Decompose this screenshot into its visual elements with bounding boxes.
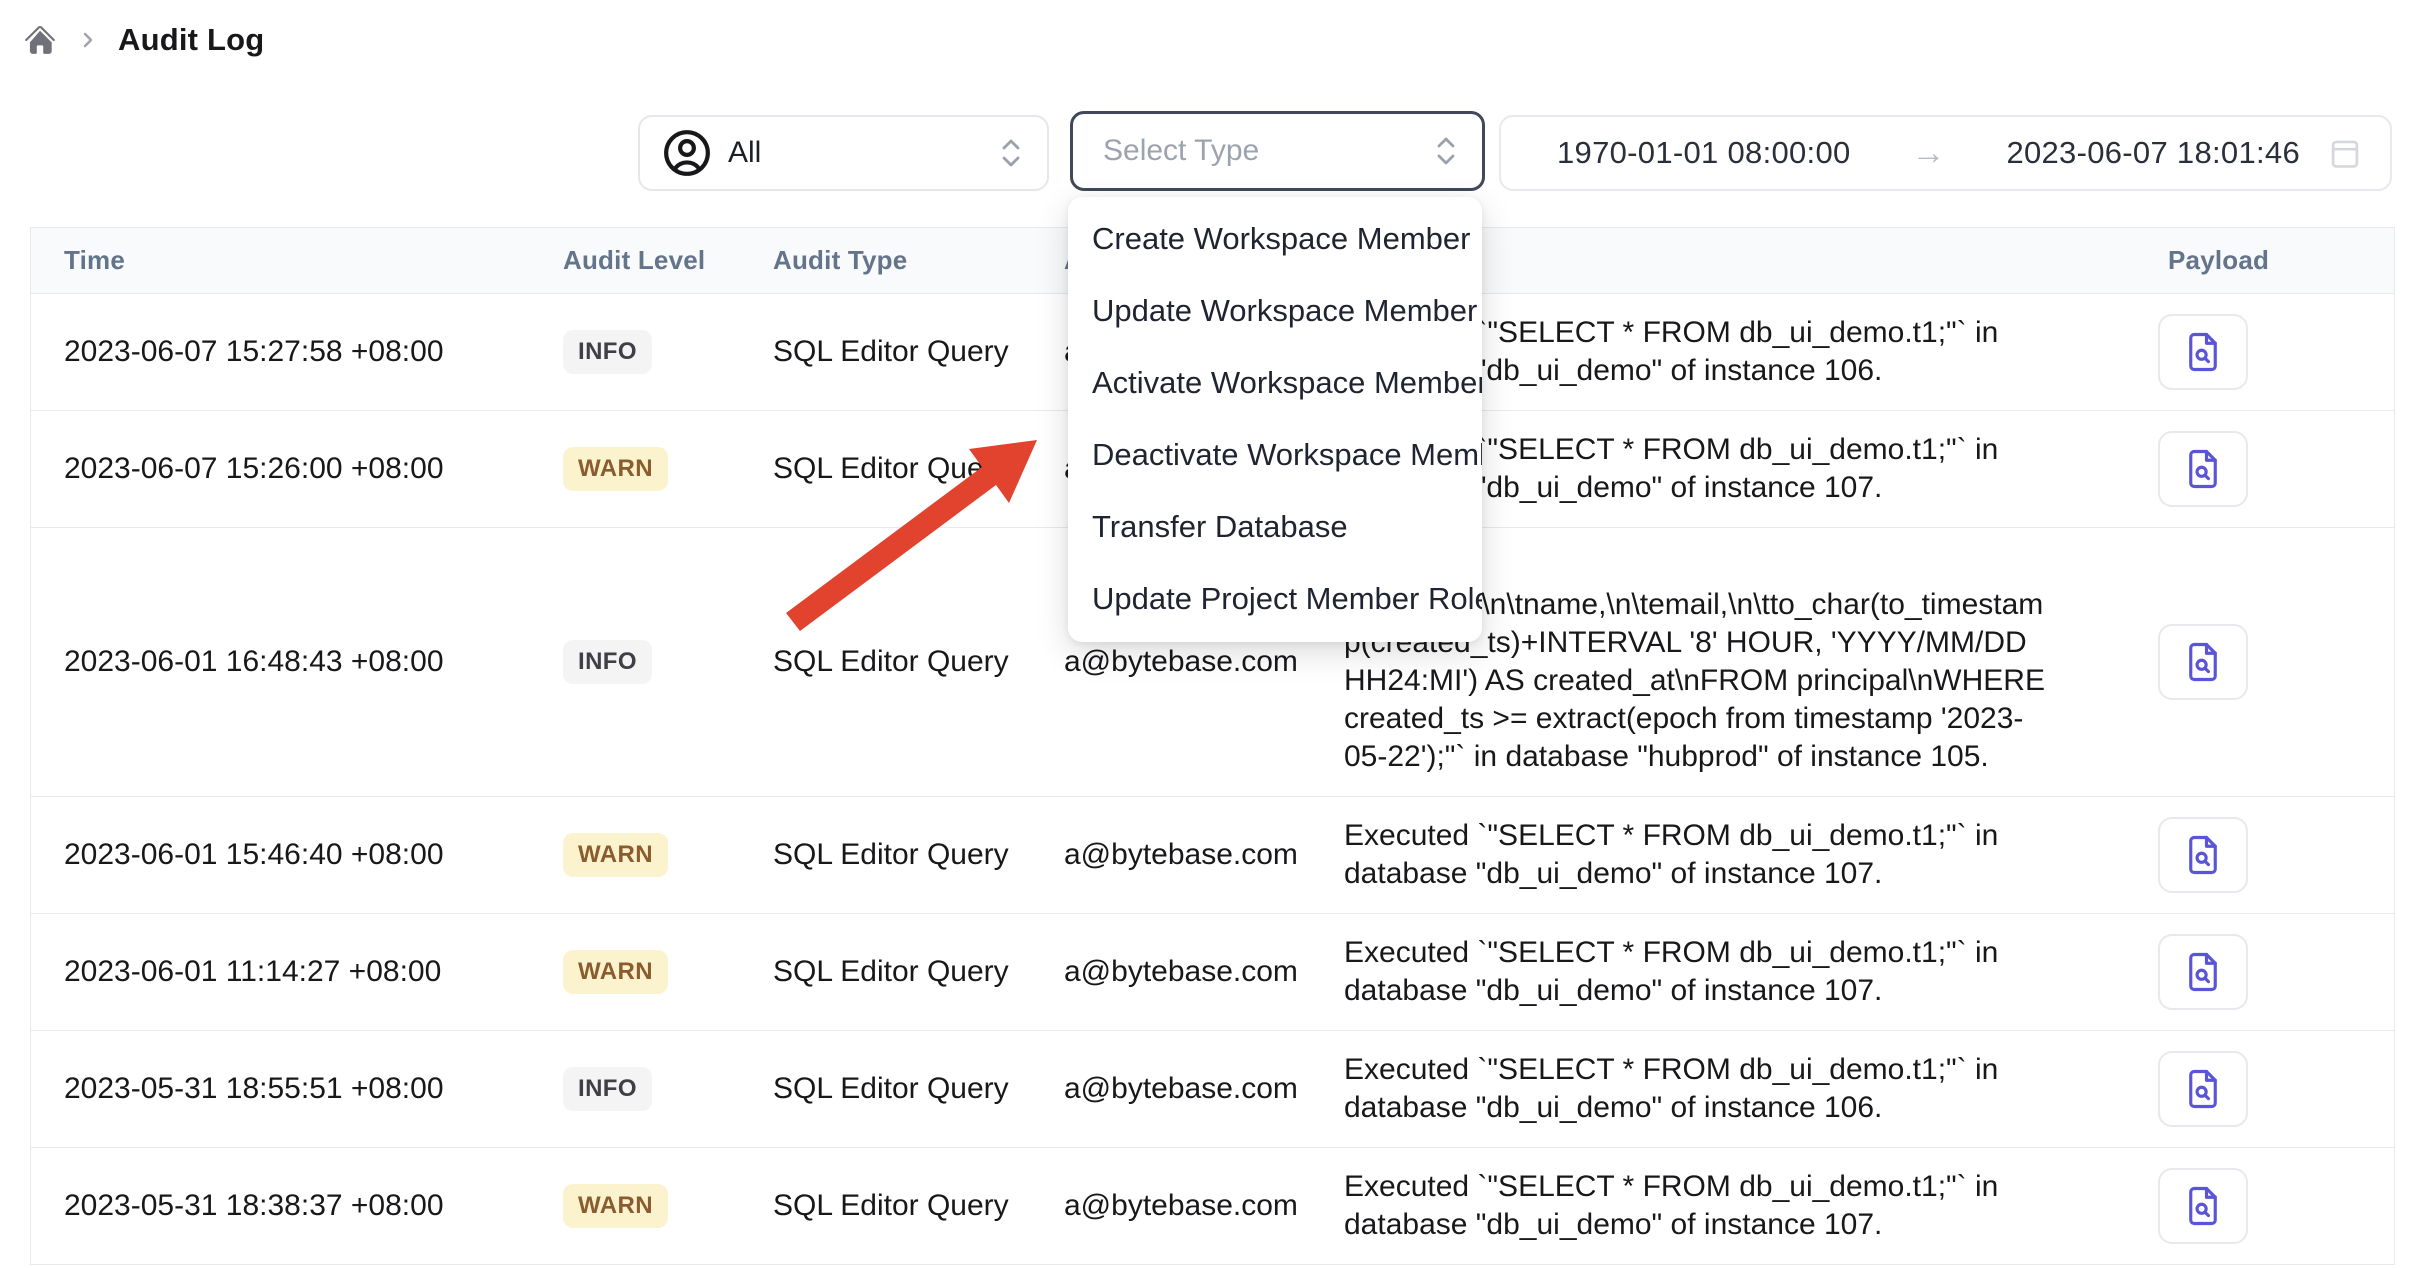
type-filter-dropdown: Create Workspace MemberUpdate Workspace … xyxy=(1068,197,1482,642)
calendar-icon xyxy=(2326,134,2364,172)
row-audit-level: WARN xyxy=(531,447,741,491)
row-audit-level: INFO xyxy=(531,330,741,374)
file-search-icon xyxy=(2182,951,2224,993)
row-payload xyxy=(2101,1168,2396,1244)
file-search-icon xyxy=(2182,1185,2224,1227)
row-payload xyxy=(2101,817,2396,893)
dropdown-option[interactable]: Update Workspace Member xyxy=(1068,275,1482,347)
row-audit-level: INFO xyxy=(531,1067,741,1111)
row-audit-level: WARN xyxy=(531,950,741,994)
row-audit-type: SQL Editor Query xyxy=(741,335,1031,369)
audit-level-badge: INFO xyxy=(563,1067,652,1111)
row-audit-level: WARN xyxy=(531,1184,741,1228)
audit-level-badge: WARN xyxy=(563,1184,668,1228)
file-search-icon xyxy=(2182,834,2224,876)
audit-level-badge: WARN xyxy=(563,447,668,491)
payload-button[interactable] xyxy=(2158,431,2248,507)
row-audit-type: SQL Editor Query xyxy=(741,955,1031,989)
row-comment: Executed `"SELECT * FROM db_ui_demo.t1;"… xyxy=(1311,914,2101,1030)
file-search-icon xyxy=(2182,1068,2224,1110)
table-row: 2023-06-01 11:14:27 +08:00 WARN SQL Editor… xyxy=(31,914,2394,1031)
row-audit-type: SQL Editor Query xyxy=(741,645,1031,679)
column-header-type: Audit Type xyxy=(741,245,1031,276)
audit-level-badge: INFO xyxy=(563,330,652,374)
row-payload xyxy=(2101,1051,2396,1127)
dropdown-option[interactable]: Deactivate Workspace Member xyxy=(1068,419,1482,491)
row-payload xyxy=(2101,934,2396,1010)
actor-filter-value: All xyxy=(728,136,981,170)
file-search-icon xyxy=(2182,331,2224,373)
audit-level-badge: INFO xyxy=(563,640,652,684)
row-time: 2023-06-01 16:48:43 +08:00 xyxy=(31,645,531,679)
row-comment: Executed `"SELECT * FROM db_ui_demo.t1;"… xyxy=(1311,1148,2101,1264)
dropdown-option[interactable]: Update Project Member Role xyxy=(1068,563,1482,635)
column-header-payload: Payload xyxy=(2101,245,2396,276)
file-search-icon xyxy=(2182,641,2224,683)
dropdown-option[interactable]: Transfer Database xyxy=(1068,491,1482,563)
payload-button[interactable] xyxy=(2158,624,2248,700)
row-audit-type: SQL Editor Query xyxy=(741,1189,1031,1223)
row-actor: a@bytebase.com xyxy=(1031,1189,1311,1223)
payload-button[interactable] xyxy=(2158,1168,2248,1244)
row-audit-type: SQL Editor Query xyxy=(741,452,1031,486)
chevron-up-down-icon xyxy=(1432,132,1460,170)
row-time: 2023-06-07 15:26:00 +08:00 xyxy=(31,452,531,486)
table-row: 2023-05-31 18:38:37 +08:00 WARN SQL Editor… xyxy=(31,1148,2394,1265)
row-comment: Executed `"SELECT * FROM db_ui_demo.t1;"… xyxy=(1311,797,2101,913)
chevron-right-icon xyxy=(76,28,100,52)
dropdown-option[interactable]: Create Workspace Member xyxy=(1068,203,1482,275)
row-payload xyxy=(2101,431,2396,507)
chevron-up-down-icon xyxy=(997,134,1025,172)
dropdown-option[interactable]: Activate Workspace Member xyxy=(1068,347,1482,419)
row-actor: a@bytebase.com xyxy=(1031,1072,1311,1106)
breadcrumb: Audit Log xyxy=(22,22,264,58)
row-audit-type: SQL Editor Query xyxy=(741,838,1031,872)
date-range-start[interactable]: 1970-01-01 08:00:00 xyxy=(1557,135,1851,171)
row-audit-level: WARN xyxy=(531,833,741,877)
row-actor: a@bytebase.com xyxy=(1031,955,1311,989)
row-comment: Executed `"SELECT * FROM db_ui_demo.t1;"… xyxy=(1311,1031,2101,1147)
row-time: 2023-05-31 18:38:37 +08:00 xyxy=(31,1189,531,1223)
page-title: Audit Log xyxy=(118,22,264,58)
column-header-level: Audit Level xyxy=(531,245,741,276)
row-time: 2023-06-07 15:27:58 +08:00 xyxy=(31,335,531,369)
payload-button[interactable] xyxy=(2158,314,2248,390)
row-actor: a@bytebase.com xyxy=(1031,645,1311,679)
file-search-icon xyxy=(2182,448,2224,490)
type-filter-placeholder: Select Type xyxy=(1095,134,1432,168)
type-filter-select[interactable]: Select Type xyxy=(1070,111,1485,191)
row-payload xyxy=(2101,624,2396,700)
table-row: 2023-05-31 18:55:51 +08:00 INFO SQL Editor… xyxy=(31,1031,2394,1148)
row-actor: a@bytebase.com xyxy=(1031,838,1311,872)
row-time: 2023-06-01 11:14:27 +08:00 xyxy=(31,955,531,989)
date-range-picker[interactable]: 1970-01-01 08:00:00 → 2023-06-07 18:01:4… xyxy=(1499,115,2392,191)
actor-filter-select[interactable]: All xyxy=(638,115,1049,191)
date-range-end[interactable]: 2023-06-07 18:01:46 xyxy=(2006,135,2300,171)
payload-button[interactable] xyxy=(2158,817,2248,893)
audit-log-page: Audit Log All Select Type 1970-01-01 08:… xyxy=(0,0,2410,1268)
column-header-time: Time xyxy=(31,245,531,276)
row-time: 2023-06-01 15:46:40 +08:00 xyxy=(31,838,531,872)
row-audit-level: INFO xyxy=(531,640,741,684)
table-row: 2023-06-01 15:46:40 +08:00 WARN SQL Editor… xyxy=(31,797,2394,914)
payload-button[interactable] xyxy=(2158,934,2248,1010)
row-audit-type: SQL Editor Query xyxy=(741,1072,1031,1106)
user-circle-icon xyxy=(662,128,712,178)
audit-level-badge: WARN xyxy=(563,950,668,994)
row-payload xyxy=(2101,314,2396,390)
audit-level-badge: WARN xyxy=(563,833,668,877)
row-time: 2023-05-31 18:55:51 +08:00 xyxy=(31,1072,531,1106)
payload-button[interactable] xyxy=(2158,1051,2248,1127)
home-icon[interactable] xyxy=(22,22,58,58)
arrow-right-icon: → xyxy=(1851,134,2007,173)
